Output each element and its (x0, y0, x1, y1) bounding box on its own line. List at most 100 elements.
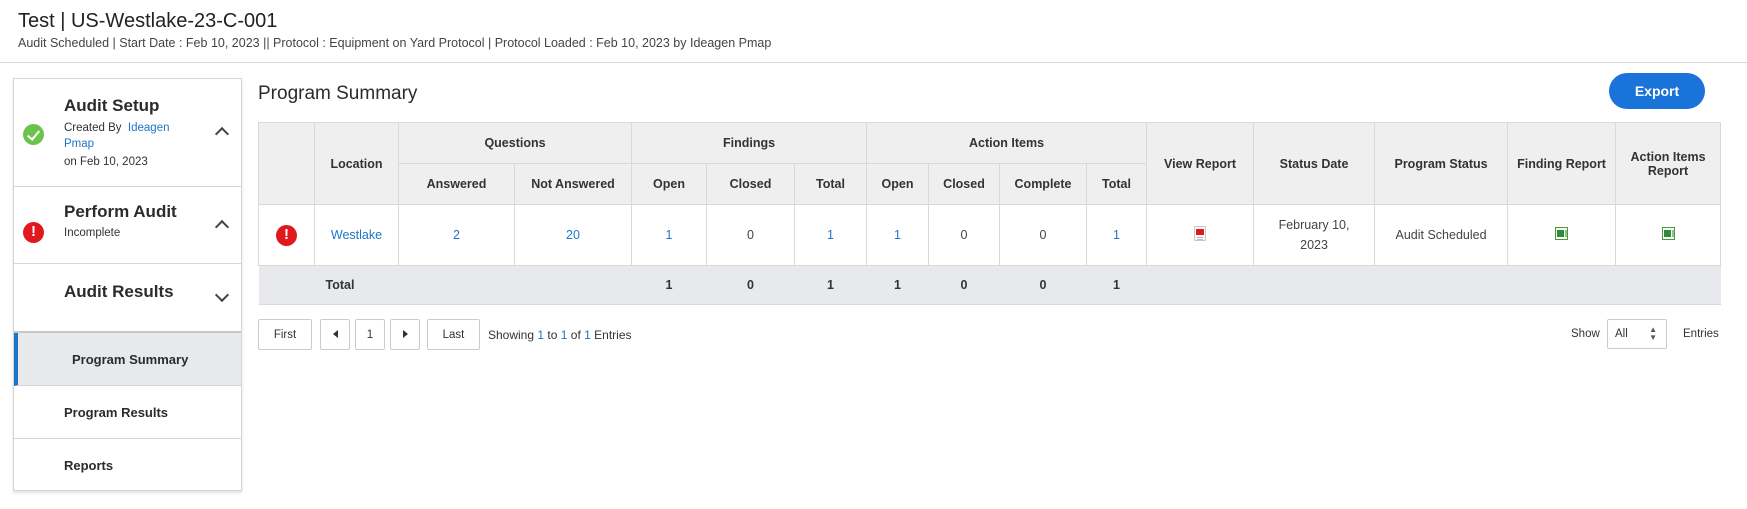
page-number-button[interactable]: 1 (355, 319, 385, 350)
totals-ai-closed: 0 (928, 265, 1000, 305)
chevron-up-icon[interactable] (214, 126, 230, 142)
sort-arrows-icon: ▲ ▼ (1649, 325, 1657, 342)
action-items-group-header: Action Items (866, 122, 1148, 164)
check-circle-icon (23, 124, 44, 145)
error-circle-icon (23, 222, 44, 243)
ai-complete-header: Complete (999, 163, 1088, 205)
totals-findings-total: 1 (794, 265, 867, 305)
program-status-header: Program Status (1374, 122, 1509, 205)
findings-total-link[interactable]: 1 (793, 204, 868, 266)
step-title: Audit Results (64, 282, 174, 301)
totals-empty-cell (514, 265, 632, 305)
findings-group-header: Findings (630, 122, 868, 164)
showing-of-label: of (567, 328, 585, 342)
caret-right-icon (402, 329, 408, 338)
step-title: Audit Setup (64, 96, 160, 115)
showing-suffix: Entries (590, 328, 632, 342)
status-date-value: February 10, 2023 (1253, 204, 1376, 266)
totals-empty-cell (1615, 265, 1721, 305)
status-date-header: Status Date (1253, 122, 1376, 205)
excel-icon[interactable] (1555, 227, 1569, 240)
status-header (258, 122, 315, 205)
pdf-icon[interactable] (1194, 226, 1207, 241)
caret-left-icon (332, 329, 338, 338)
totals-empty-cell (1507, 265, 1616, 305)
program-summary-table: Location Questions Findings Action Items… (258, 122, 1722, 305)
next-page-button[interactable] (390, 319, 420, 350)
status-date-text: February 10, 2023 (1278, 218, 1350, 252)
answered-link[interactable]: 2 (398, 204, 515, 266)
step-audit-setup[interactable]: Audit Setup Created By Ideagen Pmap on F… (14, 79, 241, 187)
created-by: Created By Ideagen Pmap (64, 120, 194, 152)
sidebar-item-label: Program Summary (72, 352, 189, 367)
page-title: Test | US-Westlake-23-C-001 (18, 10, 278, 32)
step-status: Incomplete (64, 227, 121, 239)
chevron-up-icon[interactable] (214, 219, 230, 235)
totals-ai-open: 1 (866, 265, 929, 305)
page-header: Test | US-Westlake-23-C-001 Audit Schedu… (18, 9, 771, 50)
sidebar-item-label: Program Results (64, 405, 169, 420)
totals-row: Total 1 0 1 1 0 0 1 (258, 265, 1721, 305)
totals-empty-cell (1253, 265, 1375, 305)
sidebar-item-reports[interactable]: Reports (14, 439, 241, 492)
totals-empty-cell (398, 265, 515, 305)
answered-header: Answered (398, 163, 515, 205)
totals-findings-closed: 0 (706, 265, 795, 305)
first-page-button[interactable]: First (258, 319, 312, 350)
ai-complete-value: 0 (999, 204, 1088, 266)
showing-prefix: Showing (488, 328, 538, 342)
showing-to-label: to (544, 328, 561, 342)
not-answered-link[interactable]: 20 (514, 204, 632, 266)
step-audit-results[interactable]: Audit Results (14, 264, 241, 333)
show-label: Show (1571, 328, 1600, 340)
findings-total-header: Total (793, 163, 868, 205)
showing-of: 1 (584, 328, 591, 342)
entries-label: Entries (1683, 328, 1719, 340)
ai-open-header: Open (866, 163, 930, 205)
error-circle-icon (276, 224, 297, 246)
table-row: Westlake 2 20 1 0 1 1 0 0 1 February 10,… (258, 204, 1722, 266)
step-perform-audit[interactable]: Perform Audit Incomplete (14, 187, 241, 264)
header-divider (0, 62, 1747, 63)
totals-empty-cell (1374, 265, 1508, 305)
action-items-report-header: Action Items Report (1615, 122, 1722, 205)
page-size-select[interactable]: All ▲ ▼ (1607, 319, 1667, 349)
sidebar-item-program-results[interactable]: Program Results (14, 386, 241, 439)
view-report-cell (1146, 204, 1255, 266)
findings-closed-header: Closed (706, 163, 795, 205)
totals-findings-open: 1 (631, 265, 707, 305)
ai-open-link[interactable]: 1 (866, 204, 930, 266)
prev-page-button[interactable] (320, 319, 350, 350)
totals-ai-total: 1 (1086, 265, 1147, 305)
view-report-header: View Report (1146, 122, 1255, 205)
not-answered-header: Not Answered (514, 163, 632, 205)
ai-total-link[interactable]: 1 (1086, 204, 1148, 266)
totals-empty-cell (258, 265, 315, 305)
finding-report-cell (1507, 204, 1617, 266)
audit-steps-sidebar: Audit Setup Created By Ideagen Pmap on F… (13, 78, 242, 491)
finding-report-header: Finding Report (1507, 122, 1617, 205)
chevron-down-icon[interactable] (214, 287, 230, 303)
section-title: Program Summary (258, 83, 418, 104)
ai-closed-header: Closed (928, 163, 1001, 205)
totals-empty-cell (1146, 265, 1254, 305)
row-status-cell (258, 204, 315, 266)
ai-closed-value: 0 (928, 204, 1001, 266)
excel-icon[interactable] (1661, 227, 1675, 240)
export-button[interactable]: Export (1609, 73, 1705, 109)
showing-entries-text: Showing 1 to 1 of 1 Entries (488, 328, 632, 342)
last-page-button[interactable]: Last (427, 319, 480, 350)
audit-info-line: Audit Scheduled | Start Date : Feb 10, 2… (18, 36, 772, 50)
sidebar-item-program-summary[interactable]: Program Summary (14, 333, 241, 386)
action-items-report-cell (1615, 204, 1722, 266)
location-link[interactable]: Westlake (314, 204, 399, 266)
created-by-label: Created By (64, 122, 122, 134)
created-on: on Feb 10, 2023 (64, 156, 148, 168)
findings-open-link[interactable]: 1 (631, 204, 707, 266)
findings-closed-value: 0 (706, 204, 795, 266)
program-status-value: Audit Scheduled (1374, 204, 1509, 266)
findings-open-header: Open (631, 163, 707, 205)
sidebar-item-label: Reports (64, 458, 114, 473)
page-size-value: All (1615, 328, 1628, 340)
totals-label: Total (314, 265, 399, 305)
